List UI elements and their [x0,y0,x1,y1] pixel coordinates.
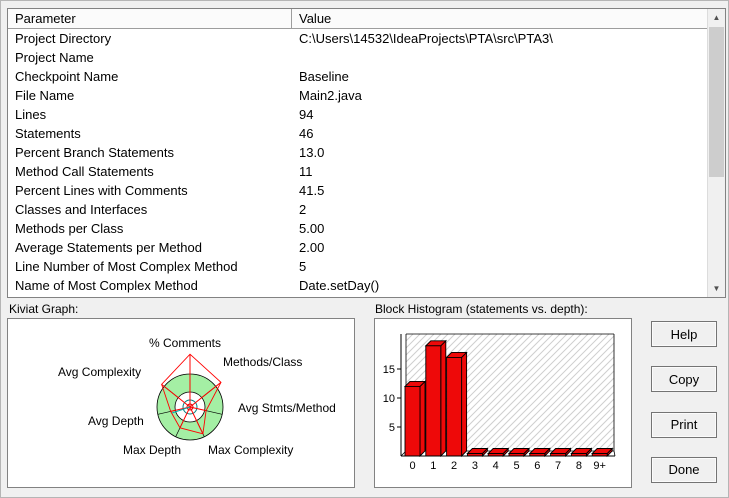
table-row[interactable]: Project Directory C:\Users\14532\IdeaProj… [8,29,708,48]
table-row[interactable]: Lines 94 [8,105,708,124]
parameter-cell: Lines [15,107,47,122]
copy-button[interactable]: Copy [651,366,717,393]
block-histogram-chart: 5 10 15 0 1 2 3 4 5 6 7 8 9+ [383,333,616,472]
kiviat-axis-label-methods-class: Methods/Class [223,355,303,369]
parameter-cell: Project Name [15,50,94,65]
scroll-down-button[interactable]: ▼ [708,280,725,297]
table-row[interactable]: Project Name [8,48,708,67]
kiviat-axis-label-avg-complexity: Avg Complexity [58,365,142,379]
kiviat-graph-label: Kiviat Graph: [9,302,79,316]
parameter-cell: Line Number of Most Complex Method [15,259,238,274]
block-histogram-label: Block Histogram (statements vs. depth): [375,302,588,316]
value-cell: Baseline [299,69,349,84]
button-column: Help Copy Print Done [651,321,719,483]
value-cell: 5 [299,259,307,274]
svg-text:6: 6 [534,460,540,472]
vertical-scrollbar[interactable]: ▲ ▼ [707,9,725,297]
print-button[interactable]: Print [651,411,717,438]
parameter-table: Parameter Value Project Directory C:\User… [7,8,726,298]
scrollbar-thumb[interactable] [709,27,724,177]
parameter-cell: Name of Most Complex Method [15,278,198,293]
svg-text:7: 7 [555,460,561,472]
table-row[interactable]: Name of Most Complex Method Date.setDay() [8,276,708,295]
kiviat-axis-label-max-depth: Max Depth [123,443,182,457]
svg-text:5: 5 [389,422,395,434]
metrics-window: Parameter Value Project Directory C:\User… [0,0,729,498]
table-row[interactable]: Method Call Statements 11 [8,162,708,181]
column-header-value[interactable]: Value [292,9,725,28]
value-cell [292,48,708,67]
table-row[interactable]: Percent Branch Statements 13.0 [8,143,708,162]
value-cell: 13.0 [299,145,325,160]
value-cell: 2.00 [299,240,325,255]
value-cell: 11 [299,164,313,179]
value-cell: Main2.java [299,88,362,103]
table-row[interactable]: Average Statements per Method 2.00 [8,238,708,257]
table-row[interactable]: Line Number of Most Complex Method 5 [8,257,708,276]
table-header: Parameter Value [8,9,725,29]
svg-text:3: 3 [472,460,478,472]
parameter-cell: Checkpoint Name [15,69,119,84]
kiviat-axis-label-max-complexity: Max Complexity [208,443,294,457]
table-row[interactable]: Methods per Class 5.00 [8,219,708,238]
kiviat-axis-label-comments: % Comments [149,336,222,350]
up-arrow-icon: ▲ [712,13,721,22]
parameter-cell: Percent Branch Statements [15,145,174,160]
svg-text:4: 4 [493,460,499,472]
table-row[interactable]: File Name Main2.java [8,86,708,105]
parameter-cell: Method Call Statements [15,164,154,179]
value-cell: Date.setDay() [299,278,380,293]
value-cell: 2 [299,202,307,217]
table-row[interactable]: Statements 46 [8,124,708,143]
value-cell: C:\Users\14532\IdeaProjects\PTA\src\PTA3… [299,31,553,46]
column-header-parameter[interactable]: Parameter [8,9,292,28]
table-body: Project Directory C:\Users\14532\IdeaProj… [8,29,708,296]
down-arrow-icon: ▼ [712,284,721,293]
parameter-cell: Classes and Interfaces [15,202,148,217]
block-histogram-panel: 5 10 15 0 1 2 3 4 5 6 7 8 9+ [374,318,632,488]
value-cell: 94 [299,107,314,122]
svg-text:8: 8 [576,460,582,472]
kiviat-graph-panel: % Comments Methods/Class Avg Stmts/Metho… [7,318,355,488]
table-row[interactable]: Checkpoint Name Baseline [8,67,708,86]
svg-text:10: 10 [383,393,395,405]
parameter-cell: Average Statements per Method [15,240,202,255]
parameter-cell: Percent Lines with Comments [15,183,188,198]
svg-text:9+: 9+ [593,460,606,472]
kiviat-axis-label-avg-depth: Avg Depth [88,414,144,428]
value-cell: 5.00 [299,221,325,236]
kiviat-axis-label-avg-stmts: Avg Stmts/Method [238,401,336,415]
svg-text:1: 1 [430,460,436,472]
svg-text:2: 2 [451,460,457,472]
table-row[interactable]: Classes and Interfaces 2 [8,200,708,219]
parameter-cell: Project Directory [15,31,112,46]
done-button[interactable]: Done [651,456,717,483]
help-button[interactable]: Help [651,321,717,347]
parameter-cell: File Name [15,88,75,103]
parameter-cell: Methods per Class [15,221,124,236]
scroll-up-button[interactable]: ▲ [708,9,725,26]
svg-text:5: 5 [513,460,519,472]
parameter-cell: Statements [15,126,81,141]
svg-text:15: 15 [383,364,395,376]
value-cell: 46 [299,126,314,141]
value-cell: 41.5 [299,183,325,198]
svg-text:0: 0 [409,460,415,472]
table-row[interactable]: Percent Lines with Comments 41.5 [8,181,708,200]
